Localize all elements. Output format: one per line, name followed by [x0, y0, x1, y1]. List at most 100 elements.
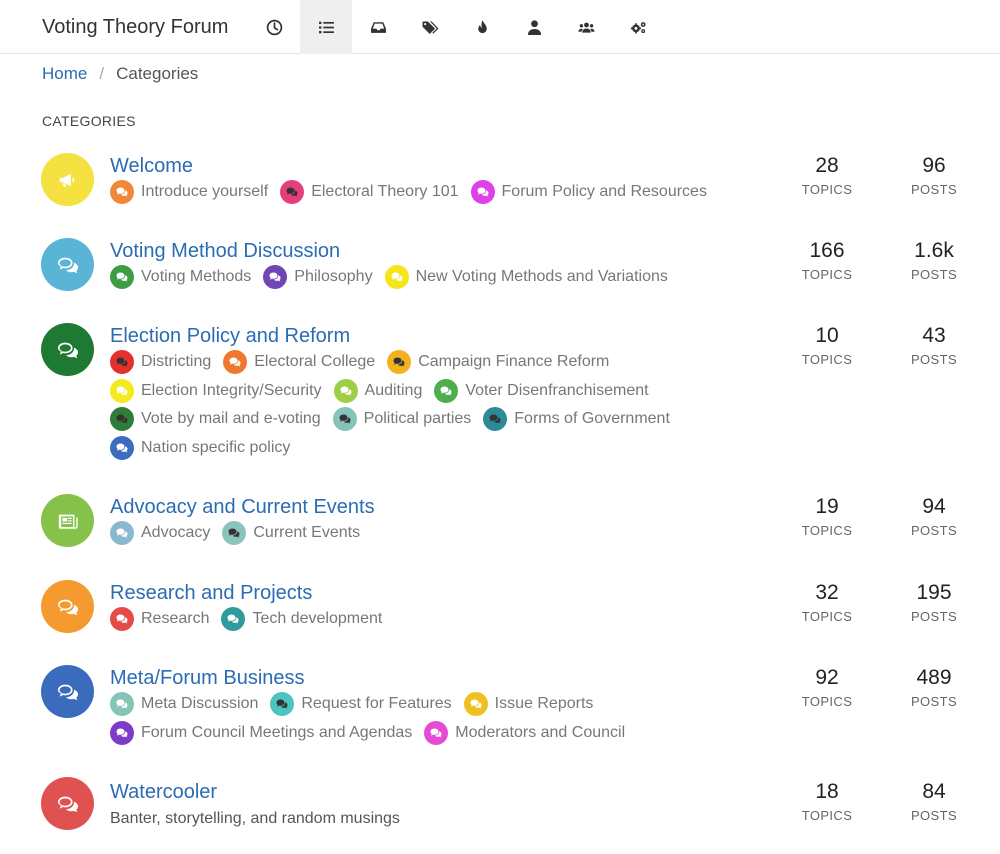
category-title[interactable]: Meta/Forum Business [110, 666, 305, 690]
category-title[interactable]: Election Policy and Reform [110, 324, 350, 348]
subcategory-link[interactable]: New Voting Methods and Variations [384, 263, 668, 292]
subcategory-label: Auditing [364, 381, 423, 399]
category-icon[interactable] [41, 777, 94, 830]
comments-icon [227, 614, 239, 624]
nav-tags[interactable] [404, 0, 456, 54]
posts-number: 84 [922, 780, 946, 803]
top-navbar: Voting Theory Forum [0, 0, 1000, 54]
breadcrumb: Home / Categories [42, 63, 198, 85]
subcategory-link[interactable]: Electoral College [223, 348, 375, 377]
posts-label: POSTS [910, 808, 958, 823]
posts-count: 94 POSTS [884, 494, 984, 540]
subcategory-list: Advocacy Current Events [110, 519, 730, 548]
category-icon[interactable] [41, 665, 94, 718]
posts-number: 195 [916, 581, 952, 604]
subcategory-link[interactable]: Forum Policy and Resources [470, 178, 707, 207]
subcategory-icon [110, 350, 134, 375]
subcategory-link[interactable]: Issue Reports [463, 690, 594, 719]
subcategory-link[interactable]: Voting Methods [110, 263, 251, 292]
subcategory-link[interactable]: Request for Features [270, 690, 452, 719]
subcategory-link[interactable]: Research [110, 605, 209, 634]
subcategory-icon [110, 407, 134, 432]
subcategory-label: Issue Reports [494, 695, 594, 713]
topics-label: TOPICS [801, 609, 853, 624]
subcategory-icon [263, 265, 288, 290]
subcategory-link[interactable]: Tech development [221, 605, 382, 634]
comments-icon [489, 414, 501, 424]
category-title[interactable]: Welcome [110, 154, 193, 178]
user-icon [527, 19, 541, 35]
comments-icon [340, 386, 352, 396]
list-icon [318, 21, 334, 33]
subcategory-link[interactable]: Advocacy [110, 519, 210, 548]
category-icon[interactable] [41, 153, 94, 206]
subcategory-link[interactable]: Philosophy [263, 263, 373, 292]
category-icon[interactable] [41, 580, 94, 633]
category-title[interactable]: Advocacy and Current Events [110, 495, 375, 519]
comments-icon [116, 386, 128, 396]
subcategory-icon [333, 378, 358, 403]
subcategory-list: Research Tech development [110, 605, 730, 634]
comments-icon [57, 796, 78, 812]
subcategory-link[interactable]: Election Integrity/Security [110, 377, 322, 406]
gears-icon [630, 21, 646, 33]
subcategory-link[interactable]: Nation specific policy [110, 434, 290, 463]
nav-popular[interactable] [456, 0, 508, 54]
nav-groups[interactable] [560, 0, 612, 54]
topics-count: 32 TOPICS [777, 580, 877, 626]
subcategory-icon [280, 180, 305, 205]
breadcrumb-home[interactable]: Home [42, 63, 87, 85]
comments-icon [116, 614, 128, 624]
topics-label: TOPICS [801, 694, 853, 709]
subcategory-link[interactable]: Forms of Government [483, 405, 670, 434]
nav-categories[interactable] [300, 0, 352, 54]
topics-number: 19 [815, 495, 839, 518]
subcategory-label: Tech development [252, 610, 383, 628]
topics-label: TOPICS [801, 267, 853, 282]
subcategory-link[interactable]: Vote by mail and e-voting [110, 405, 321, 434]
subcategory-link[interactable]: Forum Council Meetings and Agendas [110, 719, 412, 748]
subcategory-link[interactable]: Auditing [333, 377, 423, 406]
topics-count: 166 TOPICS [777, 238, 877, 284]
subcategory-list: Voting Methods Philosophy New Voting Metho… [110, 263, 730, 292]
category-icon[interactable] [41, 238, 94, 291]
category-icon[interactable] [41, 323, 94, 376]
subcategory-icon [463, 692, 488, 717]
topics-number: 92 [815, 666, 839, 689]
subcategory-label: Electoral College [254, 353, 376, 371]
comments-icon [440, 386, 452, 396]
forum-title[interactable]: Voting Theory Forum [42, 0, 228, 54]
subcategory-link[interactable]: Voter Disenfranchisement [434, 377, 649, 406]
breadcrumb-current: Categories [116, 64, 199, 83]
comments-icon [430, 728, 442, 738]
subcategory-icon [384, 265, 409, 290]
subcategory-list: Meta Discussion Request for Features Issue… [110, 690, 730, 747]
subcategory-label: Campaign Finance Reform [418, 353, 610, 371]
subcategory-link[interactable]: Meta Discussion [110, 690, 258, 719]
posts-number: 1.6k [914, 239, 954, 262]
nav-recent[interactable] [248, 0, 300, 54]
subcategory-link[interactable]: Electoral Theory 101 [280, 178, 459, 207]
subcategory-link[interactable]: Introduce yourself [110, 178, 268, 207]
category-title[interactable]: Watercooler [110, 780, 217, 804]
subcategory-label: Advocacy [141, 524, 211, 542]
comments-icon [116, 528, 128, 538]
category-title[interactable]: Voting Method Discussion [110, 239, 340, 263]
subcategory-link[interactable]: Districting [110, 348, 211, 377]
subcategory-label: Current Events [253, 524, 361, 542]
subcategory-icon [332, 407, 357, 432]
subcategory-link[interactable]: Political parties [332, 405, 472, 434]
category-icon[interactable] [41, 494, 94, 547]
category-title[interactable]: Research and Projects [110, 581, 312, 605]
nav-users[interactable] [508, 0, 560, 54]
subcategory-label: Political parties [363, 410, 472, 428]
subcategory-link[interactable]: Campaign Finance Reform [387, 348, 609, 377]
subcategory-link[interactable]: Moderators and Council [424, 719, 625, 748]
nav-admin[interactable] [612, 0, 664, 54]
comments-icon [116, 443, 128, 453]
bullhorn-icon [59, 173, 74, 187]
subcategory-link[interactable]: Current Events [222, 519, 360, 548]
section-title: CATEGORIES [42, 113, 136, 129]
nav-unread[interactable] [352, 0, 404, 54]
topics-label: TOPICS [801, 523, 853, 538]
